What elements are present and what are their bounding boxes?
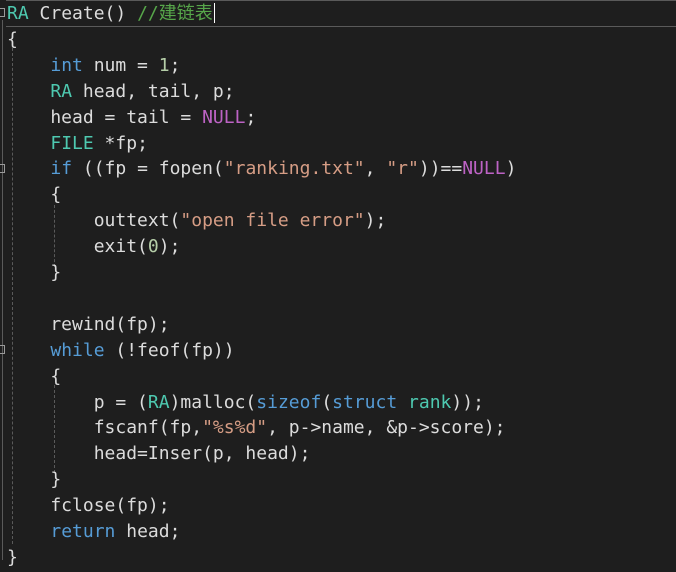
code-token: NULL [462, 158, 506, 180]
code-token: "%s%d" [202, 417, 268, 439]
code-line[interactable]: RA Create() //建链表 [7, 2, 215, 26]
code-token: ))== [418, 158, 463, 180]
code-token: ; [169, 54, 181, 76]
code-token: num = [82, 54, 159, 76]
code-token: "r" [386, 158, 419, 180]
code-token: , [364, 158, 387, 180]
code-token: { [7, 365, 62, 387]
code-token: *fp; [93, 132, 148, 154]
code-token: fscanf(fp, [7, 417, 203, 439]
code-token: sizeof [256, 391, 322, 413]
code-token: FILE [50, 132, 94, 154]
code-token: { [7, 28, 18, 50]
code-token: ); [364, 210, 387, 232]
code-token: head = tail = [7, 106, 203, 128]
code-token: )malloc( [169, 391, 257, 413]
code-line[interactable]: while (!feof(fp)) [7, 339, 235, 363]
code-line[interactable]: p = (RA)malloc(sizeof(struct rank)); [7, 391, 484, 415]
code-token: p = ( [7, 391, 148, 413]
code-token: exit( [7, 236, 148, 258]
code-token: head=Inser(p, head); [7, 443, 311, 465]
code-token: fclose(fp); [7, 495, 170, 517]
code-line[interactable]: exit(0); [7, 235, 181, 259]
code-token: Create() [28, 3, 138, 24]
code-token: rewind(fp); [7, 313, 170, 335]
code-token: , p->name, &p->score); [267, 417, 506, 439]
code-token: struct [332, 391, 398, 413]
code-token: int [50, 54, 83, 76]
code-line[interactable]: } [7, 546, 18, 570]
code-token: RA [50, 80, 73, 102]
code-token: return [50, 521, 116, 542]
code-line[interactable]: fscanf(fp,"%s%d", p->name, &p->score); [7, 416, 506, 440]
code-line[interactable]: outtext("open file error"); [7, 209, 387, 233]
code-token: outtext( [7, 210, 181, 232]
code-token: ((fp = fopen( [72, 158, 224, 180]
code-token: //建链表 [137, 3, 213, 24]
code-line[interactable]: rewind(fp); [7, 313, 170, 337]
code-token: ) [505, 158, 517, 180]
code-token: ( [321, 391, 333, 413]
code-line[interactable]: head=Inser(p, head); [7, 442, 311, 466]
code-line[interactable]: int num = 1; [7, 54, 180, 78]
code-line[interactable]: { [7, 365, 61, 389]
code-token: 1 [158, 54, 170, 76]
code-line[interactable]: if ((fp = fopen("ranking.txt", "r"))==NU… [7, 157, 516, 181]
code-token: NULL [202, 106, 246, 128]
code-token: 0 [147, 236, 159, 258]
code-token: "open file error" [180, 210, 365, 232]
code-token: rank [408, 391, 452, 413]
code-line[interactable]: fclose(fp); [7, 494, 170, 518]
code-line[interactable]: head = tail = NULL; [7, 106, 256, 130]
code-editor[interactable]: RA Create() //建链表{ int num = 1; RA head,… [0, 0, 676, 572]
code-token: RA [7, 3, 29, 24]
code-line[interactable]: return head; [7, 520, 180, 544]
code-token: )); [451, 391, 484, 413]
code-line[interactable]: { [7, 28, 18, 52]
fold-rail-line [2, 20, 3, 560]
fold-toggle-while[interactable] [0, 345, 5, 354]
code-line[interactable]: } [7, 261, 61, 285]
code-token: head; [115, 521, 181, 542]
code-token: ); [158, 236, 181, 258]
fold-rail [0, 0, 6, 572]
code-token: { [7, 184, 62, 206]
code-token: ; [245, 106, 257, 128]
code-token: } [7, 262, 62, 283]
text-caret [213, 3, 215, 23]
fold-toggle-if[interactable] [0, 164, 5, 173]
code-token: if [50, 158, 73, 180]
code-token: while [50, 339, 105, 361]
code-token: } [7, 546, 18, 568]
code-line[interactable]: { [7, 183, 61, 207]
code-line[interactable]: FILE *fp; [7, 132, 148, 156]
code-token: (!feof(fp)) [104, 339, 235, 361]
code-token: head, tail, p; [72, 80, 235, 102]
code-line[interactable]: } [7, 468, 61, 492]
code-token: } [7, 469, 62, 491]
code-token: "ranking.txt" [223, 158, 365, 180]
code-token: RA [147, 391, 170, 413]
code-line[interactable]: RA head, tail, p; [7, 80, 235, 104]
fold-toggle-function[interactable] [0, 8, 5, 17]
